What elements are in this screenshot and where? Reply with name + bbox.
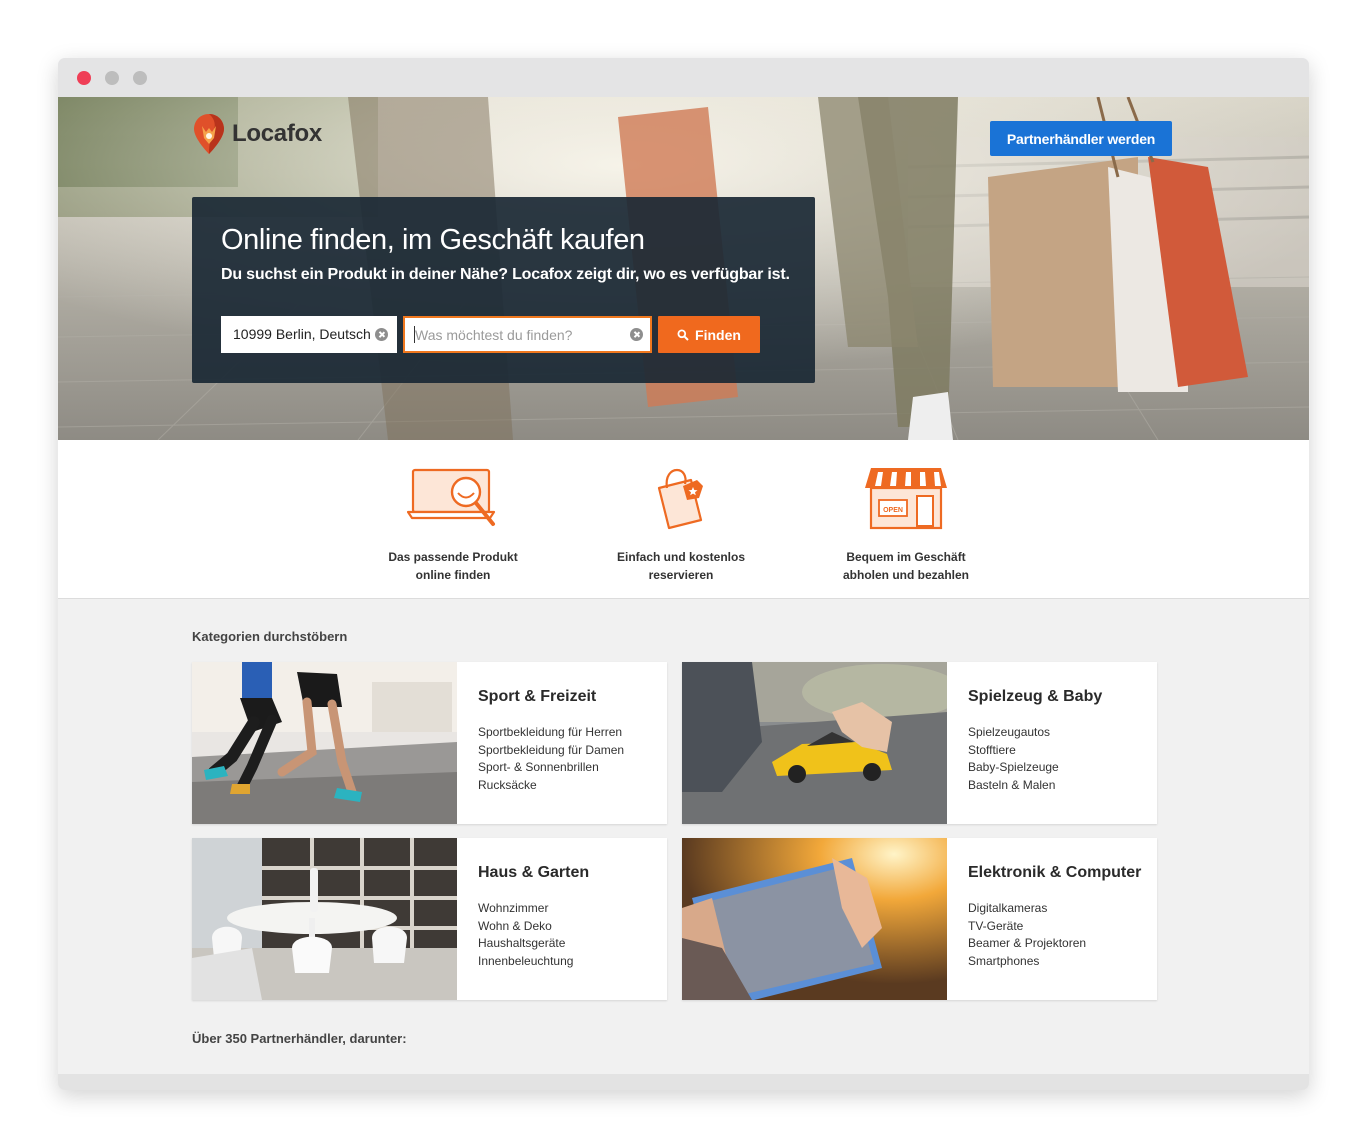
find-button[interactable]: Finden bbox=[658, 316, 760, 353]
maximize-window-button[interactable] bbox=[133, 71, 147, 85]
feature-label-line2: abholen und bezahlen bbox=[842, 568, 969, 582]
svg-text:OPEN: OPEN bbox=[883, 507, 903, 514]
subcategory-list: Sportbekleidung für Herren Sportbekleidu… bbox=[478, 724, 624, 795]
feature-label-line2: reservieren bbox=[648, 568, 714, 582]
category-title: Sport & Freizeit bbox=[478, 688, 597, 705]
subcategory-link[interactable]: Innenbeleuchtung bbox=[478, 953, 573, 971]
product-search-input[interactable]: Was möchtest du finden? bbox=[403, 316, 652, 353]
subcategory-link[interactable]: Haushaltsgeräte bbox=[478, 935, 573, 953]
locafox-logo[interactable]: Locafox bbox=[192, 112, 322, 156]
categories-heading: Kategorien durchstöbern bbox=[192, 629, 348, 644]
find-button-label: Finden bbox=[695, 326, 741, 343]
hero-section: Locafox Partnerhändler werden Online fin… bbox=[58, 97, 1309, 440]
category-card-sport[interactable]: Sport & Freizeit Sportbekleidung für Her… bbox=[192, 662, 667, 824]
laptop-search-icon bbox=[407, 468, 496, 526]
location-input[interactable]: 10999 Berlin, Deutsch bbox=[221, 316, 397, 353]
feature-label-line1: Einfach und kostenlos bbox=[616, 550, 745, 564]
shopping-bag-icon bbox=[657, 468, 703, 530]
clear-location-icon[interactable] bbox=[375, 328, 388, 341]
brand-name: Locafox bbox=[232, 120, 322, 147]
partners-heading: Über 350 Partnerhändler, darunter: bbox=[192, 1031, 407, 1046]
category-image-tablet bbox=[682, 838, 947, 1000]
features-bar: Das passende Produkt online finden Einfa… bbox=[58, 440, 1309, 599]
location-value: 10999 Berlin, Deutsch bbox=[233, 326, 371, 342]
storefront-icon: OPEN bbox=[865, 468, 947, 530]
subcategory-link[interactable]: Digitalkameras bbox=[968, 900, 1086, 918]
feature-label-line2: online finden bbox=[415, 568, 491, 582]
subcategory-list: Spielzeugautos Stofftiere Baby-Spielzeug… bbox=[968, 724, 1059, 795]
hero-subtitle: Du suchst ein Produkt in deiner Nähe? Lo… bbox=[221, 266, 790, 283]
category-card-toys[interactable]: Spielzeug & Baby Spielzeugautos Stofftie… bbox=[682, 662, 1157, 824]
page-bottom-strip bbox=[58, 1074, 1309, 1090]
subcategory-list: Wohnzimmer Wohn & Deko Haushaltsgeräte I… bbox=[478, 900, 573, 971]
category-image-dining-room bbox=[192, 838, 457, 1000]
subcategory-link[interactable]: Basteln & Malen bbox=[968, 777, 1059, 795]
categories-section: Kategorien durchstöbern Sport & Freizeit… bbox=[58, 599, 1309, 1074]
subcategory-link[interactable]: Spielzeugautos bbox=[968, 724, 1059, 742]
category-card-home[interactable]: Haus & Garten Wohnzimmer Wohn & Deko Hau… bbox=[192, 838, 667, 1000]
search-card: Online finden, im Geschäft kaufen Du suc… bbox=[192, 197, 815, 383]
hero-title: Online finden, im Geschäft kaufen bbox=[221, 224, 645, 256]
locafox-pin-icon bbox=[194, 114, 224, 154]
category-title: Haus & Garten bbox=[478, 864, 590, 881]
subcategory-link[interactable]: Sportbekleidung für Damen bbox=[478, 742, 624, 760]
subcategory-link[interactable]: Rucksäcke bbox=[478, 777, 624, 795]
feature-label-line1: Das passende Produkt bbox=[388, 550, 518, 564]
subcategory-link[interactable]: Beamer & Projektoren bbox=[968, 935, 1086, 953]
subcategory-link[interactable]: Wohnzimmer bbox=[478, 900, 573, 918]
minimize-window-button[interactable] bbox=[105, 71, 119, 85]
subcategory-link[interactable]: Smartphones bbox=[968, 953, 1086, 971]
browser-window: Locafox Partnerhändler werden Online fin… bbox=[58, 58, 1309, 1090]
category-image-runner bbox=[192, 662, 457, 824]
subcategory-link[interactable]: Sportbekleidung für Herren bbox=[478, 724, 624, 742]
subcategory-list: Digitalkameras TV-Geräte Beamer & Projek… bbox=[968, 900, 1086, 971]
close-window-button[interactable] bbox=[77, 71, 91, 85]
feature-label-line1: Bequem im Geschäft bbox=[846, 550, 966, 564]
become-partner-button[interactable]: Partnerhändler werden bbox=[990, 121, 1172, 156]
window-titlebar bbox=[58, 58, 1309, 97]
category-image-toy-car bbox=[682, 662, 947, 824]
subcategory-link[interactable]: Wohn & Deko bbox=[478, 918, 573, 936]
search-icon bbox=[677, 329, 689, 341]
clear-search-icon[interactable] bbox=[630, 328, 643, 341]
subcategory-link[interactable]: Baby-Spielzeuge bbox=[968, 759, 1059, 777]
subcategory-link[interactable]: Stofftiere bbox=[968, 742, 1059, 760]
search-placeholder: Was möchtest du finden? bbox=[415, 327, 573, 343]
category-card-electronics[interactable]: Elektronik & Computer Digitalkameras TV-… bbox=[682, 838, 1157, 1000]
category-title: Elektronik & Computer bbox=[968, 864, 1142, 881]
category-title: Spielzeug & Baby bbox=[968, 688, 1103, 705]
subcategory-link[interactable]: Sport- & Sonnenbrillen bbox=[478, 759, 624, 777]
subcategory-link[interactable]: TV-Geräte bbox=[968, 918, 1086, 936]
